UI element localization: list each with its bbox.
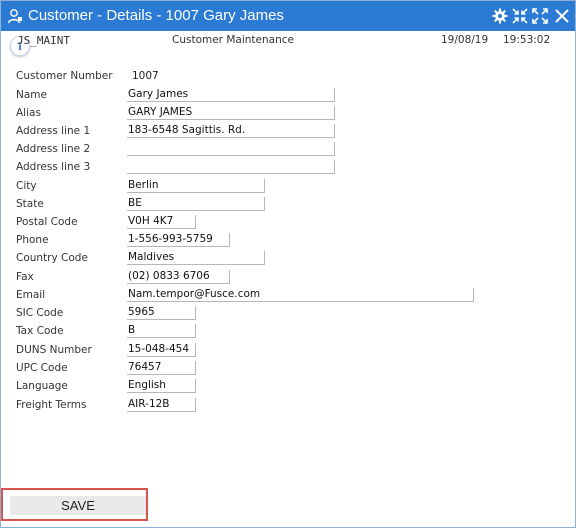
address-line-2-field[interactable] xyxy=(127,142,335,156)
language-field[interactable]: English xyxy=(127,379,196,393)
screen-caption: Customer Maintenance xyxy=(172,34,294,46)
address-line-1-field[interactable]: 183-6548 Sagittis. Rd. xyxy=(127,124,335,138)
duns-number-field[interactable]: 15-048-454 xyxy=(127,343,196,357)
phone-label: Phone xyxy=(16,234,49,246)
alias-field[interactable]: GARY JAMES xyxy=(127,106,335,120)
name-label: Name xyxy=(16,89,47,101)
customer-number-label: Customer Number xyxy=(16,70,113,82)
duns-number-label: DUNS Number xyxy=(16,344,92,356)
header-time: 19:53:02 xyxy=(503,34,551,46)
city-field[interactable]: Berlin xyxy=(127,179,265,193)
freight-terms-field[interactable]: AIR-12B xyxy=(127,398,196,412)
state-field[interactable]: BE xyxy=(127,197,265,211)
state-label: State xyxy=(16,198,44,210)
program-id: JS_MAINT xyxy=(17,34,70,47)
country-code-label: Country Code xyxy=(16,252,88,264)
email-field[interactable]: Nam.tempor@Fusce.com xyxy=(127,288,474,302)
header-date: 19/08/19 xyxy=(441,34,489,46)
language-label: Language xyxy=(16,380,68,392)
address-line-3-label: Address line 3 xyxy=(16,161,91,173)
phone-field[interactable]: 1-556-993-5759 xyxy=(127,233,230,247)
save-button[interactable]: SAVE xyxy=(10,496,146,515)
postal-code-label: Postal Code xyxy=(16,216,78,228)
city-label: City xyxy=(16,180,37,192)
email-label: Email xyxy=(16,289,46,301)
sic-code-field[interactable]: 5965 xyxy=(127,306,196,320)
upc-code-label: UPC Code xyxy=(16,362,68,374)
address-line-1-label: Address line 1 xyxy=(16,125,91,137)
customer-number-value: 1007 xyxy=(132,70,159,82)
tax-code-field[interactable]: B xyxy=(127,324,196,338)
shrink-icon[interactable] xyxy=(512,8,528,24)
title-bar: Customer - Details - 1007 Gary James xyxy=(1,1,575,31)
person-icon xyxy=(7,9,22,24)
freight-terms-label: Freight Terms xyxy=(16,399,87,411)
postal-code-field[interactable]: V0H 4K7 xyxy=(127,215,196,229)
country-code-field[interactable]: Maldives xyxy=(127,251,265,265)
window-title: Customer - Details - 1007 Gary James xyxy=(28,7,284,24)
name-field[interactable]: Gary James xyxy=(127,88,335,102)
alias-label: Alias xyxy=(16,107,41,119)
upc-code-field[interactable]: 76457 xyxy=(127,361,196,375)
address-line-2-label: Address line 2 xyxy=(16,143,91,155)
fax-field[interactable]: (02) 0833 6706 xyxy=(127,270,230,284)
customer-details-window: Customer - Details - 1007 Gary James i J… xyxy=(0,0,576,528)
close-icon[interactable] xyxy=(554,8,570,24)
expand-icon[interactable] xyxy=(532,8,548,24)
save-highlight: SAVE xyxy=(1,488,148,521)
gear-icon[interactable] xyxy=(492,8,508,24)
fax-label: Fax xyxy=(16,271,34,283)
sic-code-label: SIC Code xyxy=(16,307,64,319)
tax-code-label: Tax Code xyxy=(16,325,64,337)
address-line-3-field[interactable] xyxy=(127,160,335,174)
